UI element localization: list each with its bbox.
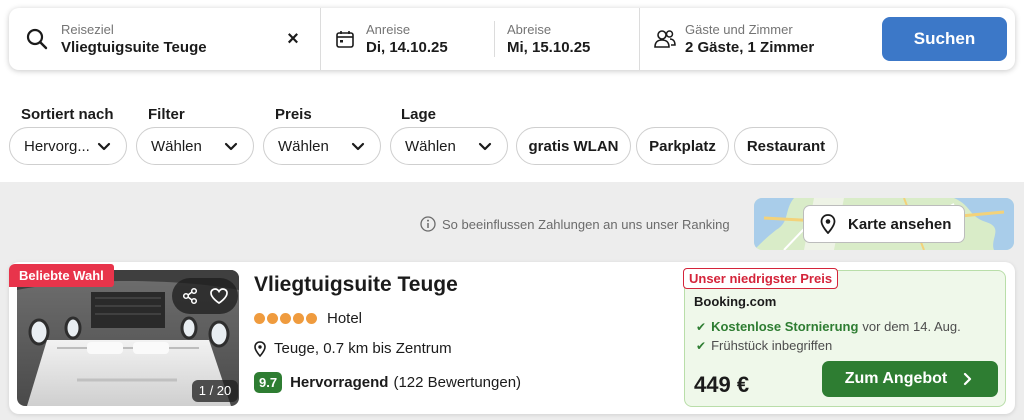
hotel-type: Hotel bbox=[327, 310, 363, 327]
heart-icon[interactable] bbox=[209, 286, 229, 306]
sort-value: Hervorg... bbox=[24, 138, 90, 155]
map-pin-icon bbox=[254, 340, 266, 357]
chevron-down-icon bbox=[478, 142, 492, 151]
hotel-rating[interactable]: 9.7 Hervorragend (122 Bewertungen) bbox=[254, 372, 521, 393]
price: 449 € bbox=[694, 372, 750, 397]
star-dot bbox=[254, 313, 265, 324]
hotel-name[interactable]: Vliegtuigsuite Teuge bbox=[254, 273, 458, 297]
guests-field[interactable]: Gäste und Zimmer 2 Gäste, 1 Zimmer bbox=[640, 8, 875, 70]
close-icon[interactable]: × bbox=[283, 29, 303, 49]
chevron-right-icon bbox=[964, 372, 972, 386]
quick-filter-wifi[interactable]: gratis WLAN bbox=[516, 127, 631, 165]
share-icon[interactable] bbox=[181, 287, 199, 305]
star-dot bbox=[280, 313, 291, 324]
calendar-icon bbox=[336, 31, 354, 48]
price-value: Wählen bbox=[278, 138, 329, 155]
destination-field[interactable]: Reiseziel Vliegtuigsuite Teuge × bbox=[9, 8, 321, 70]
destination-label: Reiseziel bbox=[61, 22, 114, 37]
review-count: (122 Bewertungen) bbox=[393, 374, 522, 391]
checkout-value[interactable]: Mi, 15.10.25 bbox=[507, 39, 590, 56]
image-counter: 1 / 20 bbox=[192, 380, 238, 402]
chevron-down-icon bbox=[97, 142, 111, 151]
hotel-class: Hotel bbox=[254, 310, 362, 327]
info-icon bbox=[420, 216, 436, 232]
price-dropdown[interactable]: Wählen bbox=[263, 127, 381, 165]
view-deal-label: Zum Angebot bbox=[844, 370, 948, 387]
rating-word: Hervorragend bbox=[290, 374, 389, 391]
map-button-label: Karte ansehen bbox=[848, 215, 952, 233]
chevron-down-icon bbox=[224, 142, 238, 151]
popular-badge: Beliebte Wahl bbox=[9, 264, 114, 287]
guests-value[interactable]: 2 Gäste, 1 Zimmer bbox=[685, 39, 814, 56]
star-dot bbox=[267, 313, 278, 324]
star-dot bbox=[306, 313, 317, 324]
destination-value[interactable]: Vliegtuigsuite Teuge bbox=[61, 39, 207, 56]
checkout-label: Abreise bbox=[507, 22, 552, 37]
hotel-location-text: Teuge, 0.7 km bis Zentrum bbox=[274, 340, 452, 357]
ranking-note-text: So beeinflussen Zahlungen an uns unser R… bbox=[442, 216, 730, 232]
perk-breakfast: ✔ Frühstück inbegriffen bbox=[696, 338, 832, 353]
filter-label: Filter bbox=[148, 106, 185, 123]
location-value: Wählen bbox=[405, 138, 456, 155]
check-icon: ✔ bbox=[696, 319, 707, 334]
ranking-note[interactable]: So beeinflussen Zahlungen an uns unser R… bbox=[420, 216, 730, 232]
rating-score: 9.7 bbox=[254, 372, 283, 393]
star-dot bbox=[293, 313, 304, 324]
location-dropdown[interactable]: Wählen bbox=[390, 127, 508, 165]
checkin-label: Anreise bbox=[366, 22, 411, 37]
chevron-down-icon bbox=[351, 142, 365, 151]
check-icon: ✔ bbox=[696, 338, 707, 353]
map-button[interactable]: Karte ansehen bbox=[803, 205, 965, 243]
quick-filter-parking[interactable]: Parkplatz bbox=[636, 127, 729, 165]
deal-box[interactable]: Unser niedrigster Preis Booking.com ✔ Ko… bbox=[683, 268, 1006, 407]
filter-value: Wählen bbox=[151, 138, 202, 155]
perk-cancellation: ✔ Kostenlose Stornierung vor dem 14. Aug… bbox=[696, 319, 961, 334]
perk-cancellation-bold: Kostenlose Stornierung bbox=[711, 319, 859, 334]
guests-label: Gäste und Zimmer bbox=[685, 22, 793, 37]
quick-filter-restaurant[interactable]: Restaurant bbox=[734, 127, 838, 165]
search-button[interactable]: Suchen bbox=[882, 17, 1007, 61]
sort-dropdown[interactable]: Hervorg... bbox=[9, 127, 127, 165]
price-label: Preis bbox=[275, 106, 312, 123]
perk-cancellation-rest: vor dem 14. Aug. bbox=[862, 319, 961, 334]
perk-breakfast-text: Frühstück inbegriffen bbox=[711, 338, 833, 353]
hotel-result-card[interactable]: 1 / 20 Beliebte Wahl Vliegtuigsuite Teug… bbox=[9, 262, 1015, 414]
search-bar: Reiseziel Vliegtuigsuite Teuge × Anreise… bbox=[9, 8, 1015, 70]
view-deal-button[interactable]: Zum Angebot bbox=[822, 361, 998, 397]
checkin-value[interactable]: Di, 14.10.25 bbox=[366, 39, 448, 56]
filter-dropdown[interactable]: Wählen bbox=[136, 127, 254, 165]
hotel-location: Teuge, 0.7 km bis Zentrum bbox=[254, 340, 452, 357]
image-actions bbox=[172, 278, 238, 314]
guests-icon bbox=[654, 30, 676, 48]
provider-name: Booking.com bbox=[694, 294, 777, 309]
map-pin-icon bbox=[820, 214, 836, 234]
hotel-photo[interactable]: 1 / 20 bbox=[17, 270, 239, 406]
location-label: Lage bbox=[401, 106, 437, 123]
checkin-field[interactable]: Anreise Di, 14.10.25 bbox=[321, 8, 493, 70]
top-section: Reiseziel Vliegtuigsuite Teuge × Anreise… bbox=[0, 0, 1024, 182]
sort-label: Sortiert nach bbox=[21, 106, 114, 123]
lowest-price-tag: Unser niedrigster Preis bbox=[683, 268, 839, 289]
checkout-field[interactable]: Abreise Mi, 15.10.25 bbox=[495, 8, 639, 70]
search-icon bbox=[26, 28, 48, 50]
